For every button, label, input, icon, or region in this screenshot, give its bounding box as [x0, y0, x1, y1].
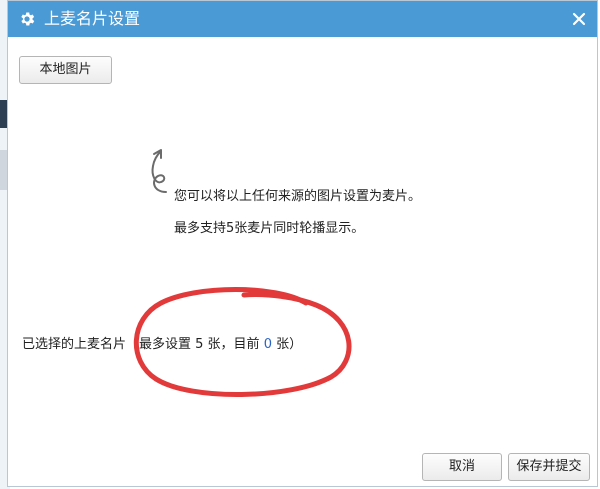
selected-cards-unit: 张） [271, 337, 303, 352]
selected-cards-limit: （最多设置 5 张，目前 [126, 337, 264, 352]
cancel-button[interactable]: 取消 [422, 453, 502, 481]
close-icon [572, 12, 586, 26]
hint-text-line2: 最多支持5张麦片同时轮播显示。 [174, 221, 365, 236]
local-image-button[interactable]: 本地图片 [19, 56, 112, 84]
background-window-fragment [0, 100, 7, 128]
save-submit-button[interactable]: 保存并提交 [508, 453, 590, 481]
hint-text-line1: 您可以将以上任何来源的图片设置为麦片。 [174, 189, 422, 204]
card-settings-dialog: 上麦名片设置 本地图片 您可以将以上任何来源的图片设置为麦片。 最多支持5张麦片… [7, 0, 598, 487]
selected-cards-label: 已选择的上麦名片 [22, 337, 127, 352]
dialog-title: 上麦名片设置 [44, 9, 141, 28]
curly-arrow-icon [151, 149, 167, 193]
selected-cards-count: 0 [263, 337, 272, 352]
gear-icon [21, 12, 35, 26]
close-button[interactable] [565, 5, 593, 33]
dialog-titlebar: 上麦名片设置 [8, 1, 597, 37]
selected-cards-info: 已选择的上麦名片（最多设置 5 张，目前 0 张） [22, 333, 302, 352]
